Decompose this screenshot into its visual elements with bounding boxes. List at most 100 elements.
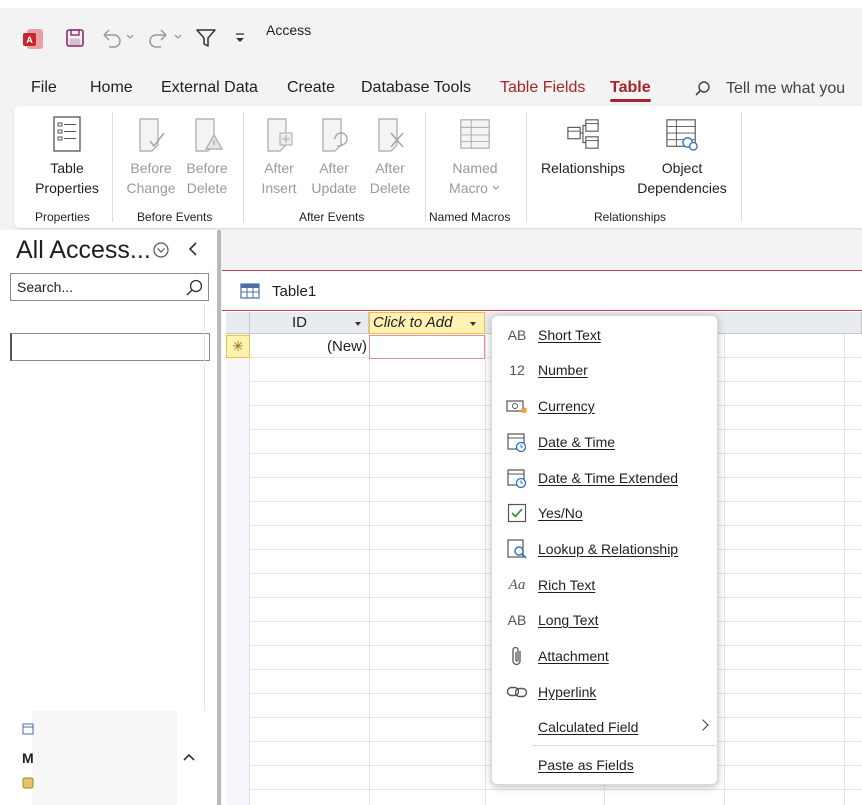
menu-item-date-time-extended[interactable]: Date & Time Extended — [492, 463, 719, 493]
menu-item-label: Attachment — [538, 648, 609, 664]
menu-item-attachment[interactable]: Attachment — [492, 641, 719, 671]
hyperlink-icon — [506, 681, 528, 703]
table-properties-label-2: Properties — [35, 180, 99, 196]
tab-table-fields[interactable]: Table Fields — [500, 79, 585, 97]
before-delete-label-2: Delete — [186, 180, 228, 196]
after-delete-icon — [373, 114, 407, 154]
table-properties-button[interactable]: Table Properties — [32, 114, 102, 198]
tab-create[interactable]: Create — [287, 79, 335, 97]
menu-item-label: Currency — [538, 398, 595, 414]
menu-item-currency[interactable]: Currency — [492, 391, 719, 421]
save-icon[interactable] — [63, 26, 87, 50]
menu-item-lookup-relationship[interactable]: Lookup & Relationship — [492, 534, 719, 564]
lookup-icon — [506, 538, 528, 560]
after-insert-button[interactable]: After Insert — [252, 114, 306, 198]
tab-home[interactable]: Home — [90, 79, 133, 97]
named-macro-label-1: Named — [452, 160, 498, 176]
menu-item-calculated-field[interactable]: Calculated Field — [492, 712, 719, 742]
tab-database-tools[interactable]: Database Tools — [361, 79, 471, 97]
calendar-clock-icon — [506, 467, 528, 489]
ribbon-separator — [741, 112, 742, 222]
group-label-named-macros: Named Macros — [429, 210, 511, 224]
menu-item-number[interactable]: 12 Number — [492, 355, 719, 385]
undo-dropdown-icon[interactable] — [124, 30, 136, 44]
menu-item-hyperlink[interactable]: Hyperlink — [492, 677, 719, 707]
tab-external-data[interactable]: External Data — [161, 79, 258, 97]
column-id-dropdown-icon[interactable] — [355, 322, 361, 326]
before-delete-label-1: Before — [186, 160, 228, 176]
paperclip-icon — [506, 645, 528, 667]
chevron-up-icon[interactable] — [181, 750, 197, 764]
document-tab-title[interactable]: Table1 — [272, 283, 316, 300]
nav-selected-item[interactable] — [10, 333, 210, 361]
select-all-corner[interactable] — [226, 312, 250, 334]
long-text-icon: AB — [507, 612, 527, 628]
nav-search-box[interactable] — [10, 273, 209, 301]
filter-icon[interactable] — [194, 26, 218, 50]
column-gridline — [844, 311, 845, 805]
redo-dropdown-icon[interactable] — [172, 30, 184, 44]
menu-item-label: Short Text — [538, 327, 601, 343]
column-gridline — [724, 311, 725, 805]
nav-search-input[interactable] — [11, 274, 181, 300]
relationships-icon — [566, 114, 600, 154]
currency-icon — [506, 395, 528, 417]
shutter-bar-close-icon[interactable] — [184, 240, 202, 258]
nav-pane-splitter[interactable] — [217, 230, 221, 805]
redo-icon[interactable] — [146, 26, 172, 50]
table-properties-icon — [50, 114, 84, 154]
before-delete-button[interactable]: Before Delete — [180, 114, 234, 198]
field-type-menu: AB Short Text 12 Number Currency Date & … — [491, 315, 718, 785]
relationships-label: Relationships — [540, 160, 626, 176]
nav-group-label[interactable]: M — [22, 750, 34, 766]
menu-item-date-time[interactable]: Date & Time — [492, 427, 719, 457]
menu-item-label: Hyperlink — [538, 684, 597, 700]
nav-list-border — [204, 303, 205, 711]
group-label-properties: Properties — [35, 210, 90, 224]
tell-me-label: Tell me what you — [726, 80, 846, 97]
click-to-add-dropdown-icon[interactable] — [470, 322, 476, 326]
menu-item-paste-as-fields[interactable]: Paste as Fields — [492, 750, 719, 780]
group-label-after-events: After Events — [299, 210, 365, 224]
nav-pane-title[interactable]: All Access... — [16, 236, 151, 265]
chevron-right-icon — [697, 719, 709, 731]
number-icon: 12 — [509, 362, 525, 378]
customize-quick-access-icon[interactable] — [233, 30, 247, 46]
nav-pane-bottom-overlay — [32, 711, 177, 805]
ribbon-separator — [243, 112, 244, 222]
table-icon — [240, 283, 260, 299]
after-insert-label-2: Insert — [261, 180, 297, 196]
nav-pane-menu-icon[interactable] — [152, 241, 170, 259]
after-insert-label-1: After — [264, 160, 294, 176]
tab-file[interactable]: File — [31, 79, 57, 97]
tell-me-search[interactable]: Tell me what you — [694, 79, 845, 99]
calendar-clock-icon — [506, 431, 528, 453]
object-dependencies-button[interactable]: Object Dependencies — [632, 114, 732, 198]
menu-item-yes-no[interactable]: Yes/No — [492, 498, 719, 528]
relationships-button[interactable]: Relationships — [537, 114, 629, 178]
before-change-button[interactable]: Before Change — [124, 114, 178, 198]
undo-icon[interactable] — [98, 26, 124, 50]
named-macro-label-text: Macro — [449, 180, 488, 196]
menu-item-long-text[interactable]: AB Long Text — [492, 605, 719, 635]
tab-table[interactable]: Table — [610, 79, 651, 102]
lightbulb-search-icon — [694, 79, 716, 99]
search-icon[interactable] — [184, 278, 204, 298]
document-tab[interactable] — [222, 270, 862, 310]
before-change-icon — [134, 114, 168, 154]
click-to-add-label: Click to Add — [373, 314, 453, 331]
menu-item-short-text[interactable]: AB Short Text — [492, 320, 719, 350]
menu-item-rich-text[interactable]: Aa Rich Text — [492, 570, 719, 600]
rich-text-icon: Aa — [508, 576, 526, 593]
after-update-button[interactable]: After Update — [307, 114, 361, 198]
named-macro-button[interactable]: Named Macro — [440, 114, 510, 198]
before-change-label-2: Change — [126, 180, 176, 196]
new-record-selector[interactable]: ✳ — [226, 335, 250, 358]
app-title: Access — [266, 22, 312, 38]
new-field-cell[interactable] — [369, 335, 485, 359]
column-header-id[interactable] — [250, 312, 369, 334]
menu-item-label: Yes/No — [538, 505, 583, 521]
named-macro-label-2: Macro — [449, 178, 501, 198]
new-record-id-cell[interactable]: (New) — [250, 335, 369, 358]
after-delete-button[interactable]: After Delete — [363, 114, 417, 198]
